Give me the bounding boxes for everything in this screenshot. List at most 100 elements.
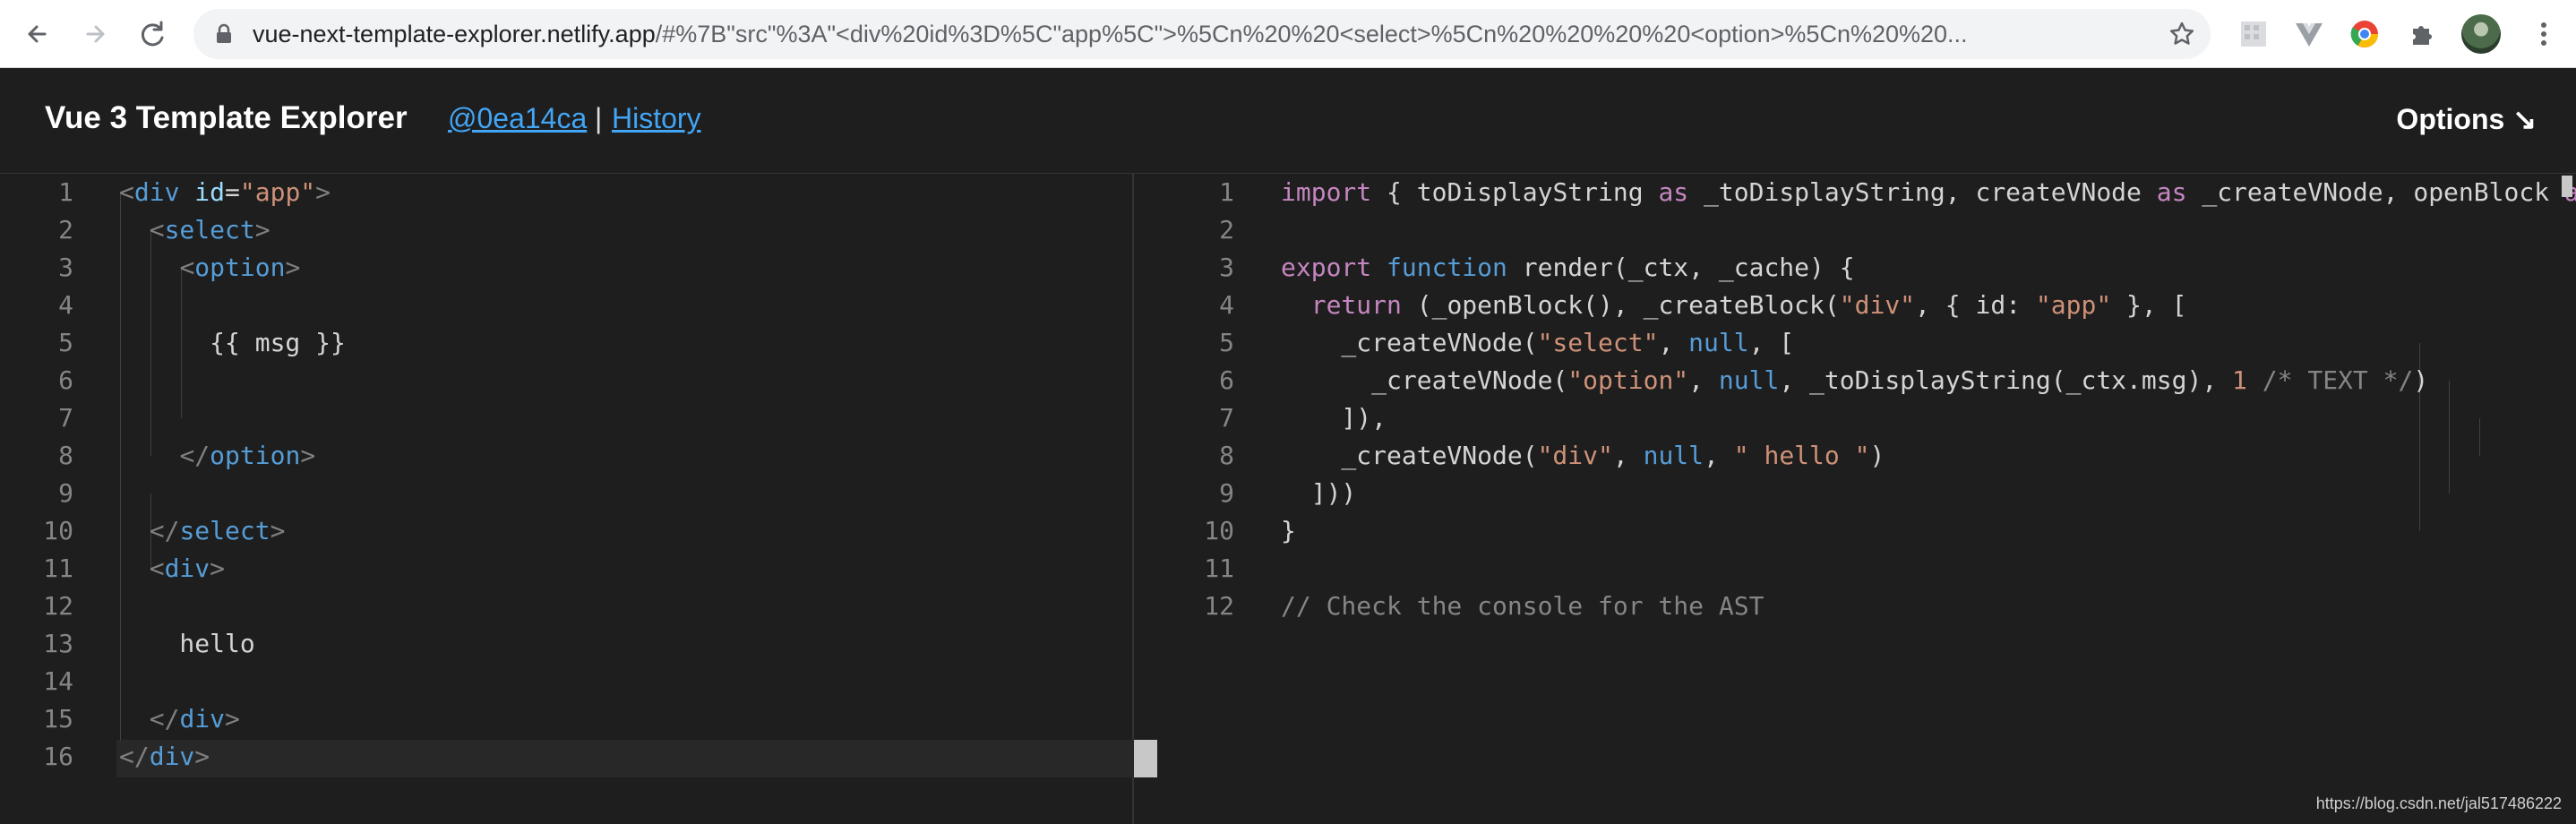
watermark: https://blog.csdn.net/jal517486222 (2315, 794, 2562, 812)
line-number: 2 (58, 215, 73, 245)
address-bar[interactable]: vue-next-template-explorer.netlify.app/#… (193, 9, 2211, 59)
code-text: <div> (149, 554, 226, 583)
profile-avatar[interactable] (2461, 14, 2501, 54)
code-line: 14 (0, 663, 1132, 700)
bookmark-star-icon[interactable] (2168, 20, 2196, 48)
code-text: <option> (179, 253, 301, 282)
forward-button[interactable] (77, 16, 113, 52)
code-line: 8 _createVNode("div", null, " hello ") (1136, 437, 2576, 475)
header-separator: | (595, 102, 603, 134)
browser-toolbar: vue-next-template-explorer.netlify.app/#… (0, 0, 2576, 68)
line-number: 5 (58, 328, 73, 357)
code-line: 11 (1136, 550, 2576, 588)
code-text: ]), (1281, 403, 1387, 433)
horizontal-scrollbar[interactable] (2562, 176, 2572, 197)
line-number: 8 (1219, 441, 1234, 470)
reload-icon (141, 21, 164, 47)
line-number: 11 (43, 554, 73, 583)
line-number: 5 (1219, 328, 1234, 357)
code-line: 16 </div> (0, 738, 1132, 776)
code-line: 6 (0, 362, 1132, 399)
back-button[interactable] (20, 16, 56, 52)
options-toggle[interactable]: Options ↘ (2396, 102, 2537, 136)
code-line: 4 (0, 287, 1132, 324)
output-editor[interactable]: 1 import { toDisplayString as _toDisplayS… (1136, 174, 2576, 824)
line-number: 12 (1204, 591, 1234, 621)
line-number: 1 (1219, 177, 1234, 207)
line-number: 7 (1219, 403, 1234, 433)
line-number: 9 (58, 478, 73, 508)
code-line: 15 </div> (0, 700, 1132, 738)
code-line: 7 ]), (1136, 399, 2576, 437)
code-text: } (1281, 516, 1296, 545)
history-link[interactable]: History (612, 102, 701, 135)
line-number: 10 (43, 516, 73, 545)
line-number: 12 (43, 591, 73, 621)
line-number: 6 (58, 365, 73, 395)
code-line: 5 _createVNode("select", null, [ (1136, 324, 2576, 362)
line-number: 15 (43, 704, 73, 734)
line-number: 2 (1219, 215, 1234, 245)
reload-button[interactable] (134, 16, 170, 52)
code-text: hello (119, 629, 255, 658)
extension-grid-icon[interactable] (2237, 18, 2270, 50)
code-line: 12 (0, 588, 1132, 625)
code-text: ])) (1281, 478, 1357, 508)
code-text: </div> (119, 742, 210, 771)
app-title: Vue 3 Template Explorer (45, 100, 408, 135)
lock-icon (217, 23, 231, 43)
line-number: 4 (58, 290, 73, 320)
template-editor[interactable]: 1 <div id="app"> 2 <select> 3 <option> 4 5 {{… (0, 174, 1134, 824)
line-number: 4 (1219, 290, 1234, 320)
url-path: /#%7B"src"%3A"<div%20id%3D%5C"app%5C">%5… (655, 21, 1968, 47)
line-number: 6 (1219, 365, 1234, 395)
more-vert-icon (2541, 22, 2546, 46)
code-line: 13 hello (0, 625, 1132, 663)
code-line: 12 // Check the console for the AST (1136, 588, 2576, 625)
vue-devtools-icon[interactable] (2293, 18, 2325, 50)
editor-cursor (1134, 740, 1157, 777)
url-text[interactable]: vue-next-template-explorer.netlify.app/#… (253, 9, 2142, 59)
code-line: 9 (0, 475, 1132, 512)
chrome-extension-icon[interactable] (2348, 18, 2381, 50)
code-text: import { toDisplayString as _toDisplaySt… (1281, 177, 2576, 207)
line-number: 14 (43, 666, 73, 696)
code-text: _createVNode("div", null, " hello ") (1281, 441, 1885, 470)
code-line: 1 import { toDisplayString as _toDisplayS… (1136, 174, 2576, 211)
code-line: 4 return (_openBlock(), _createBlock("di… (1136, 287, 2576, 324)
browser-menu-button[interactable] (2526, 16, 2562, 52)
code-text: return (_openBlock(), _createBlock("div"… (1310, 290, 2187, 320)
line-number: 16 (43, 742, 73, 771)
code-line: 3 <option> (0, 249, 1132, 287)
arrow-right-icon (86, 25, 105, 43)
line-number: 10 (1204, 516, 1234, 545)
code-text: </div> (149, 704, 240, 734)
code-line: 5 {{ msg }} (0, 324, 1132, 362)
commit-link[interactable]: @0ea14ca (448, 102, 587, 135)
line-number: 8 (58, 441, 73, 470)
line-number: 1 (58, 177, 73, 207)
code-line: 7 (0, 399, 1132, 437)
line-number: 13 (43, 629, 73, 658)
code-text: _createVNode("option", null, _toDisplayS… (1281, 365, 2429, 395)
code-line: 11 <div> (0, 550, 1132, 588)
line-number: 3 (58, 253, 73, 282)
code-line: 10 </select> (0, 512, 1132, 550)
app-header: Vue 3 Template Explorer @0ea14ca | Histo… (0, 68, 2576, 174)
code-line: 3 export function render(_ctx, _cache) { (1136, 249, 2576, 287)
code-text: _createVNode("select", null, [ (1281, 328, 1795, 357)
code-text: export function render(_ctx, _cache) { (1281, 253, 1855, 282)
code-line: 10} (1136, 512, 2576, 550)
line-number: 7 (58, 403, 73, 433)
code-text: <select> (149, 215, 270, 245)
puzzle-extensions-icon[interactable] (2406, 18, 2438, 50)
code-line: 8 </option> (0, 437, 1132, 475)
code-line: 6 _createVNode("option", null, _toDispla… (1136, 362, 2576, 399)
code-text: </option> (179, 441, 316, 470)
code-text: <div id="app"> (119, 177, 331, 207)
arrow-left-icon (28, 25, 47, 43)
url-host: vue-next-template-explorer.netlify.app (253, 21, 656, 47)
code-text: // Check the console for the AST (1281, 591, 1765, 621)
line-number: 9 (1219, 478, 1234, 508)
code-line: 2 <select> (0, 211, 1132, 249)
